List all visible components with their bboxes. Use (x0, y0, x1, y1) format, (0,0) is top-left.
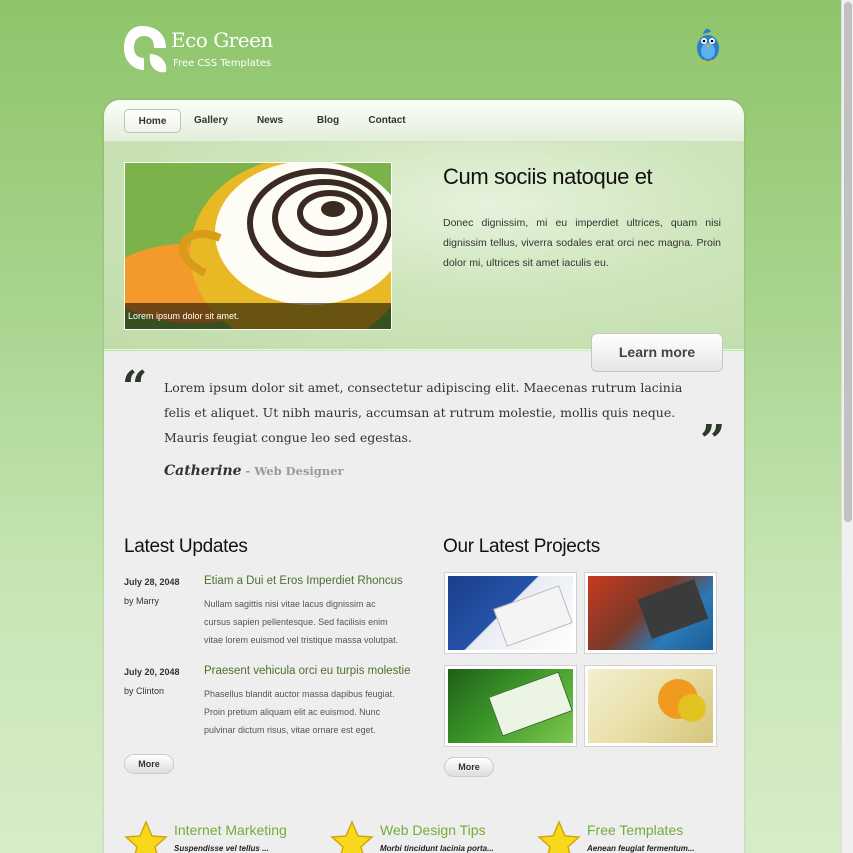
project-thumbnail[interactable] (584, 572, 717, 654)
main-nav: Home Gallery News Blog Contact (104, 100, 744, 142)
hero-text: Donec dignissim, mi eu imperdiet ultrice… (443, 217, 721, 269)
nav-contact[interactable]: Contact (364, 109, 410, 133)
project-thumbnail[interactable] (584, 665, 717, 747)
update-body: Phasellus blandit auctor massa dapibus f… (204, 689, 395, 735)
vertical-scrollbar[interactable] (841, 0, 853, 853)
hero-photo-caption: Lorem ipsum dolor sit amet. (125, 303, 391, 329)
hero-title: Cum sociis natoque et (443, 164, 653, 189)
update-item: July 20, 2048 by Clinton Praesent vehicu… (124, 665, 410, 747)
leaf-logo-icon (124, 26, 167, 73)
author-name: Catherine (164, 463, 242, 479)
logo-subtitle: Free CSS Templates (173, 58, 272, 69)
feature-subtitle: Aenean feugiat fermentum... (587, 844, 695, 853)
project-thumbnail[interactable] (444, 665, 577, 747)
hero-banner: Lorem ipsum dolor sit amet. Cum sociis n… (104, 142, 744, 372)
feature-subtitle: Morbi tincidunt lacinia porta... (380, 844, 494, 853)
testimonial-author: Catherine - Web Designer (164, 460, 344, 479)
nav-home[interactable]: Home (124, 109, 181, 133)
nav-news[interactable]: News (250, 109, 290, 133)
site-logo[interactable]: Eco Green Free CSS Templates (122, 24, 282, 76)
nav-gallery[interactable]: Gallery (190, 109, 232, 133)
update-author: by Clinton (124, 686, 165, 696)
updates-more-button[interactable]: More (124, 754, 174, 774)
scrollbar-thumb[interactable] (844, 2, 852, 522)
update-title-link[interactable]: Etiam a Dui et Eros Imperdiet Rhoncus (204, 575, 403, 587)
logo-title: Eco Green (171, 28, 273, 52)
main-container: Home Gallery News Blog Contact Lorem ips… (104, 100, 744, 853)
latest-updates-title: Latest Updates (124, 536, 248, 557)
nav-blog[interactable]: Blog (309, 109, 347, 133)
author-role: Web Designer (254, 464, 344, 478)
projects-more-button[interactable]: More (444, 757, 494, 777)
author-separator: - (241, 464, 255, 478)
update-date: July 28, 2048 (124, 577, 180, 587)
hero-photo: Lorem ipsum dolor sit amet. (124, 162, 392, 330)
update-author: by Marry (124, 596, 160, 606)
feature-subtitle: Suspendisse vel tellus ... (174, 844, 269, 853)
feature-title[interactable]: Web Design Tips (380, 822, 486, 838)
star-icon (330, 820, 374, 853)
star-icon (124, 820, 168, 853)
learn-more-button[interactable]: Learn more (591, 333, 723, 372)
testimonial-text: Lorem ipsum dolor sit amet, consectetur … (164, 380, 683, 445)
project-thumbnail[interactable] (444, 572, 577, 654)
update-title-link[interactable]: Praesent vehicula orci eu turpis molesti… (204, 665, 410, 677)
feature-title[interactable]: Internet Marketing (174, 822, 287, 838)
feature-title[interactable]: Free Templates (587, 822, 683, 838)
update-item: July 28, 2048 by Marry Etiam a Dui et Er… (124, 575, 404, 657)
quote-open-mark: “ (122, 362, 148, 413)
twitter-bird-icon[interactable] (693, 24, 723, 64)
quote-close-mark: ” (700, 416, 726, 467)
update-date: July 20, 2048 (124, 667, 180, 677)
star-icon (537, 820, 581, 853)
update-body: Nullam sagittis nisi vitae lacus digniss… (204, 599, 399, 645)
latest-projects-title: Our Latest Projects (443, 536, 600, 557)
